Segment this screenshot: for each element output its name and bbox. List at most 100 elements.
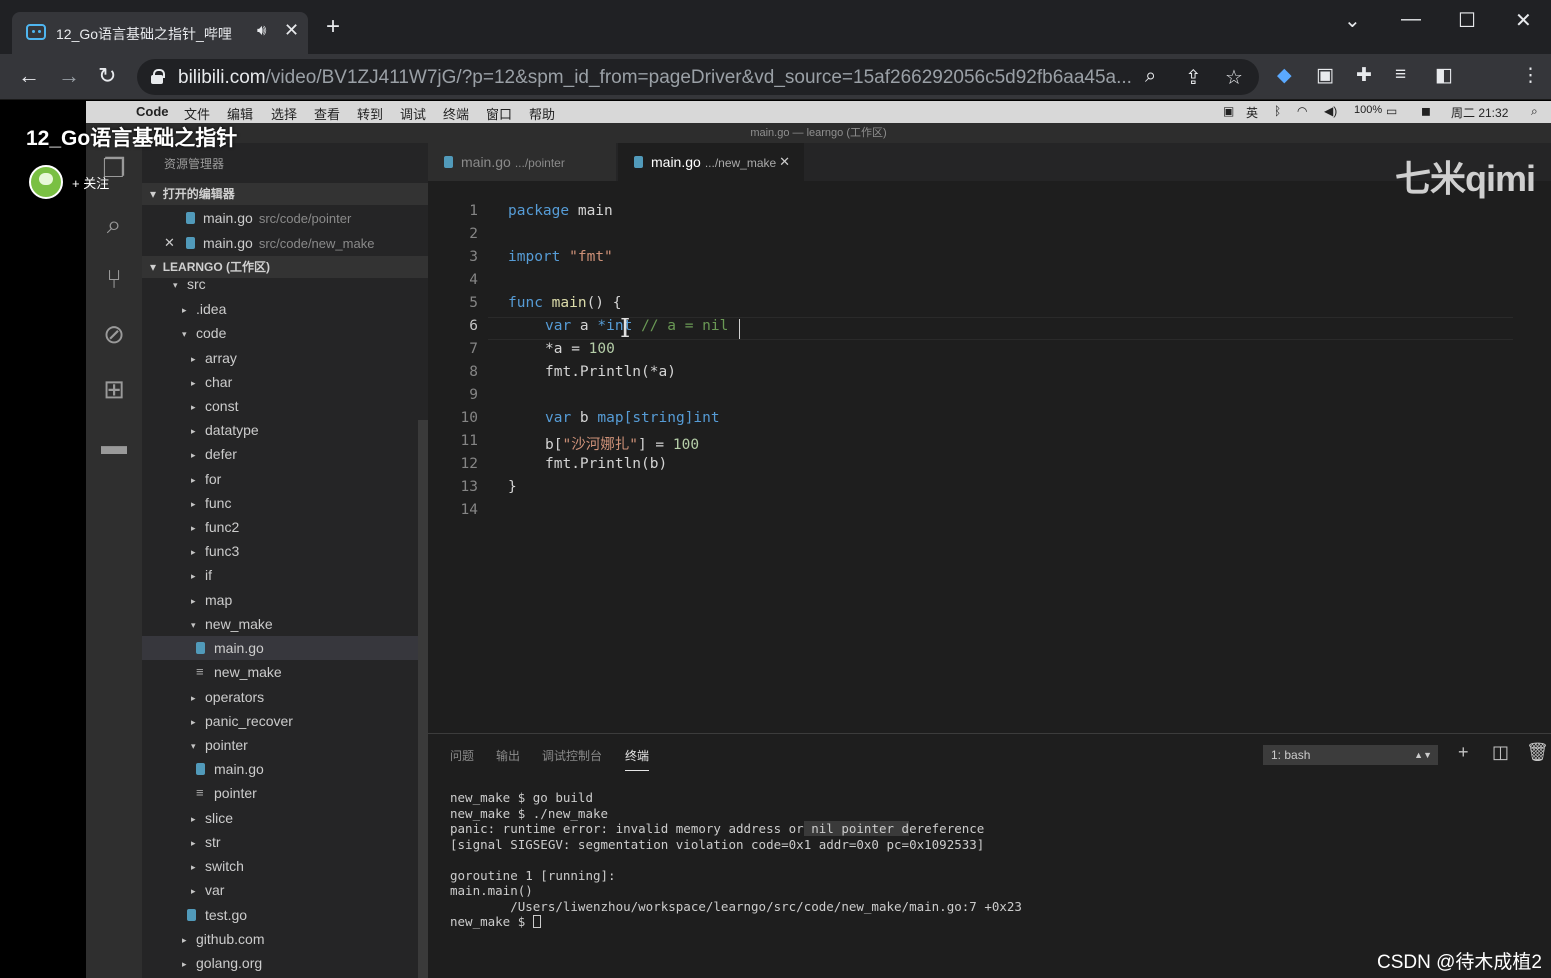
reload-button[interactable]: ↻ bbox=[98, 63, 116, 89]
explorer-title: 资源管理器 bbox=[164, 157, 225, 171]
tree-file: ≡ pointer bbox=[142, 781, 428, 805]
share-icon[interactable]: ⇪ bbox=[1185, 65, 1202, 90]
code-line: import "fmt" bbox=[508, 249, 613, 265]
uploader-avatar[interactable] bbox=[29, 165, 63, 199]
extensions-icon: ⊞ bbox=[103, 374, 125, 404]
tree-folder: ▸ .idea bbox=[182, 301, 227, 317]
tree-folder: ▸ switch bbox=[191, 858, 244, 874]
video-title: 12_Go语言基础之指针 bbox=[26, 127, 238, 150]
code-line: fmt.Println(*a) bbox=[545, 364, 676, 380]
maximize-button[interactable]: ☐ bbox=[1458, 8, 1476, 33]
code-line: *a = 100 bbox=[545, 341, 615, 357]
tree-folder: ▸ if bbox=[191, 567, 212, 583]
tab-search-chevron-icon[interactable]: ⌄ bbox=[1344, 8, 1361, 33]
line-number: 8 bbox=[469, 364, 478, 380]
code-line: b["沙河娜扎"] = 100 bbox=[545, 437, 700, 453]
tree-folder: ▸ char bbox=[191, 374, 233, 390]
line-number: 5 bbox=[469, 295, 478, 311]
open-editors-section: ▾ 打开的编辑器 bbox=[142, 183, 428, 205]
speaker-icon[interactable]: 🔊︎ bbox=[257, 22, 266, 39]
csdn-watermark: CSDN @待木成植2 bbox=[1377, 952, 1542, 973]
menu-terminal: 终端 bbox=[443, 107, 470, 122]
tree-folder: ▾ pointer bbox=[191, 737, 248, 753]
mac-menu-bar: Code 文件 编辑 选择 查看 转到 调试 终端 窗口 帮助 ▣ 英 ᛒ ◠ … bbox=[86, 101, 1551, 123]
extension-diamond-icon[interactable]: ◆ bbox=[1277, 64, 1292, 87]
side-panel-icon[interactable]: ◧ bbox=[1435, 64, 1453, 87]
tab-close-icon[interactable]: ✕ bbox=[284, 20, 299, 41]
code-line: var b map[string]int bbox=[545, 410, 720, 426]
search-icon: ⌕ bbox=[106, 209, 122, 239]
tree-folder: ▸ str bbox=[191, 834, 221, 850]
close-editor-icon: ✕ bbox=[164, 235, 175, 250]
tree-folder: ▸ slice bbox=[191, 810, 234, 826]
lock-icon[interactable] bbox=[151, 69, 165, 84]
menu-clock: 周二 21:32 bbox=[1451, 106, 1509, 120]
extensions-puzzle-icon[interactable]: ✚ bbox=[1356, 64, 1372, 87]
go-file-icon bbox=[186, 212, 195, 224]
bluetooth-icon: ᛒ bbox=[1274, 104, 1282, 118]
minimize-button[interactable]: — bbox=[1401, 8, 1421, 31]
menu-window: 窗口 bbox=[486, 107, 513, 122]
tree-folder: ▸ operators bbox=[191, 689, 265, 705]
tree-folder: ▸ const bbox=[191, 398, 239, 414]
tree-folder: ▸ github.com bbox=[182, 931, 265, 947]
bilibili-tv-icon bbox=[26, 24, 46, 40]
terminal-output: new_make $ go build new_make $ ./new_mak… bbox=[450, 790, 1022, 929]
follow-button[interactable]: + 关注 bbox=[72, 173, 109, 192]
go-file-icon bbox=[186, 237, 195, 249]
menu-edit: 编辑 bbox=[227, 107, 254, 122]
trash-icon: 🗑︎ bbox=[1526, 742, 1549, 762]
line-number: 4 bbox=[469, 272, 478, 288]
tab-title: 12_Go语言基础之指针_哔哩 bbox=[56, 26, 232, 42]
go-file-icon bbox=[196, 763, 205, 775]
zoom-icon[interactable]: ⌕ bbox=[1145, 65, 1156, 88]
vscode-window: main.go — learngo (工作区) ❐ ⌕ ⑂ ⊘ ⊞ ▬ 资源管理… bbox=[86, 123, 1551, 978]
source-control-icon: ⑂ bbox=[106, 264, 122, 294]
open-editor-item: ✕ main.go src/code/new_make bbox=[142, 231, 428, 255]
go-file-icon bbox=[444, 156, 453, 168]
tree-file: main.go bbox=[142, 757, 428, 781]
go-file-icon bbox=[196, 642, 205, 654]
spotlight-icon: ⌕ bbox=[1531, 104, 1538, 118]
select-arrows-icon: ▲▼ bbox=[1414, 750, 1432, 760]
screen-record-icon: ▣ bbox=[1223, 104, 1235, 118]
split-terminal-icon: ◫ bbox=[1492, 742, 1510, 762]
line-number: 9 bbox=[469, 387, 478, 403]
line-number: 7 bbox=[469, 341, 478, 357]
back-button[interactable]: ← bbox=[18, 63, 40, 89]
extension-recorder-icon[interactable]: ▣ bbox=[1316, 64, 1334, 87]
url-text[interactable]: bilibili.com/video/BV1ZJ411W7jG/?p=12&sp… bbox=[178, 67, 1138, 89]
tree-folder: ▸ for bbox=[191, 471, 222, 487]
code-line: var a *int // a = nil bbox=[545, 318, 729, 334]
go-file-icon bbox=[187, 909, 196, 921]
close-window-button[interactable]: ✕ bbox=[1515, 8, 1532, 33]
new-tab-button[interactable]: + bbox=[326, 15, 340, 39]
open-editor-item: main.go src/code/pointer bbox=[142, 206, 428, 230]
line-number: 6 bbox=[469, 318, 478, 334]
line-number: 13 bbox=[460, 479, 478, 495]
tree-folder: ▾ src bbox=[173, 276, 206, 292]
line-number: 1 bbox=[469, 203, 478, 219]
input-method-icon: 英 bbox=[1246, 106, 1259, 120]
code-line: fmt.Println(b) bbox=[545, 456, 668, 472]
forward-button[interactable]: → bbox=[58, 63, 80, 89]
tree-folder: ▸ map bbox=[191, 592, 233, 608]
browser-tab-strip: 12_Go语言基础之指针_哔哩 🔊︎ ✕ + ⌄ — ☐ ✕ bbox=[0, 0, 1551, 54]
tree-folder: ▸ panic_recover bbox=[191, 713, 293, 729]
media-control-icon[interactable]: ≡ bbox=[1395, 64, 1406, 86]
browser-tab[interactable]: 12_Go语言基础之指针_哔哩 🔊︎ ✕ bbox=[12, 12, 308, 54]
menu-file: 文件 bbox=[184, 107, 211, 122]
tree-folder: ▸ var bbox=[191, 882, 225, 898]
volume-icon: ◀) bbox=[1324, 104, 1338, 118]
code-line: func main() { bbox=[508, 295, 622, 311]
tree-folder: ▸ datatype bbox=[191, 422, 259, 438]
binary-file-icon: ≡ bbox=[196, 785, 204, 800]
bookmark-star-icon[interactable]: ☆ bbox=[1225, 65, 1243, 90]
code-line: } bbox=[508, 479, 517, 495]
terminal-cursor bbox=[532, 915, 541, 928]
browser-menu-icon[interactable]: ⋮ bbox=[1521, 64, 1540, 87]
address-bar[interactable]: bilibili.com/video/BV1ZJ411W7jG/?p=12&sp… bbox=[137, 59, 1259, 95]
tree-folder: ▸ func bbox=[191, 495, 232, 511]
tab-close-icon: ✕ bbox=[779, 154, 790, 169]
code-line: package main bbox=[508, 203, 613, 219]
